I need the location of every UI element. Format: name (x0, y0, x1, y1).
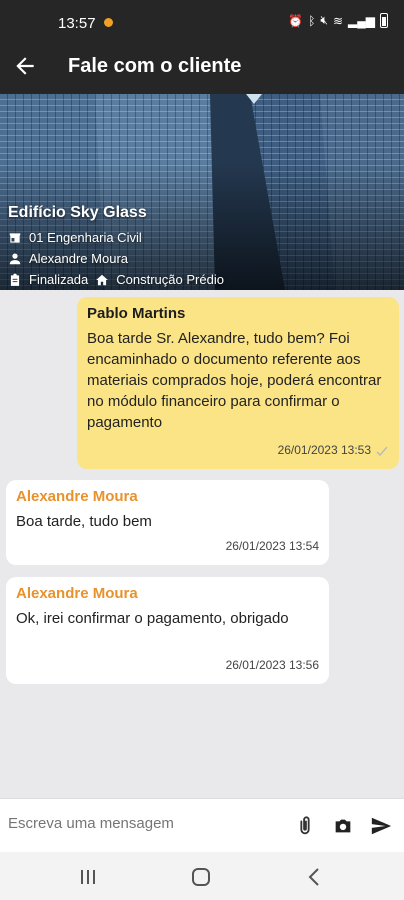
message-outgoing: Pablo Martins Boa tarde Sr. Alexandre, t… (77, 297, 399, 469)
message-composer (0, 798, 404, 852)
message-timestamp: 26/01/2023 13:56 (225, 658, 319, 672)
back-arrow-icon[interactable] (12, 53, 38, 79)
message-text: Boa tarde, tudo bem (16, 513, 152, 530)
notification-dot-icon (104, 18, 113, 27)
message-incoming: Alexandre Moura Boa tarde, tudo bem 26/0… (6, 480, 329, 565)
mute-icon: 🔇︎ (320, 13, 328, 27)
project-status: Finalizada (29, 272, 89, 287)
signal-icon: ▂▄▆ (348, 13, 375, 28)
home-icon (96, 274, 109, 285)
page-title: Fale com o cliente (68, 55, 242, 77)
system-nav-bar (0, 852, 404, 900)
project-type: Construção Prédio (116, 272, 224, 287)
send-icon[interactable] (370, 815, 392, 837)
project-info: Edifício Sky Glass 01 Engenharia Civil A… (8, 204, 224, 290)
status-time: 13:57 (58, 15, 96, 32)
message-sender: Alexandre Moura (16, 488, 138, 505)
app-bar: Fale com o cliente (0, 40, 404, 94)
project-client: Alexandre Moura (29, 251, 128, 266)
message-sender: Alexandre Moura (16, 585, 138, 602)
alarm-icon: ⏰ (288, 13, 304, 28)
store-icon (9, 232, 21, 243)
message-text: Boa tarde Sr. Alexandre, tudo bem? Foi e… (87, 330, 382, 431)
message-input[interactable] (8, 815, 278, 832)
project-status-row: Finalizada Construção Prédio (8, 269, 224, 290)
message-timestamp: 26/01/2023 13:54 (225, 539, 319, 553)
clipboard-icon (10, 273, 20, 286)
message-sender: Pablo Martins (87, 305, 186, 322)
wifi-icon: ≋ (332, 13, 344, 28)
project-client-row: Alexandre Moura (8, 248, 224, 269)
recent-apps-icon[interactable] (77, 866, 99, 888)
person-icon (9, 252, 21, 264)
status-icons: ⏰ ᛒ 🔇︎ ≋ ▂▄▆ (288, 13, 388, 28)
message-timestamp: 26/01/2023 13:53 (277, 443, 371, 457)
project-company-row: 01 Engenharia Civil (8, 227, 224, 248)
message-incoming: Alexandre Moura Ok, irei confirmar o pag… (6, 577, 329, 684)
back-nav-icon[interactable] (304, 866, 326, 888)
home-button-icon[interactable] (190, 866, 212, 888)
bluetooth-icon: ᛒ (308, 13, 316, 28)
status-bar: 13:57 ⏰ ᛒ 🔇︎ ≋ ▂▄▆ (0, 0, 404, 40)
paperclip-icon[interactable] (294, 815, 316, 837)
project-name: Edifício Sky Glass (8, 204, 147, 221)
project-header: Edifício Sky Glass 01 Engenharia Civil A… (0, 94, 404, 290)
camera-icon[interactable] (332, 815, 354, 837)
sent-check-icon (376, 446, 388, 456)
battery-icon (380, 13, 388, 28)
message-text: Ok, irei confirmar o pagamento, obrigado (16, 610, 289, 627)
project-company: 01 Engenharia Civil (29, 230, 142, 245)
